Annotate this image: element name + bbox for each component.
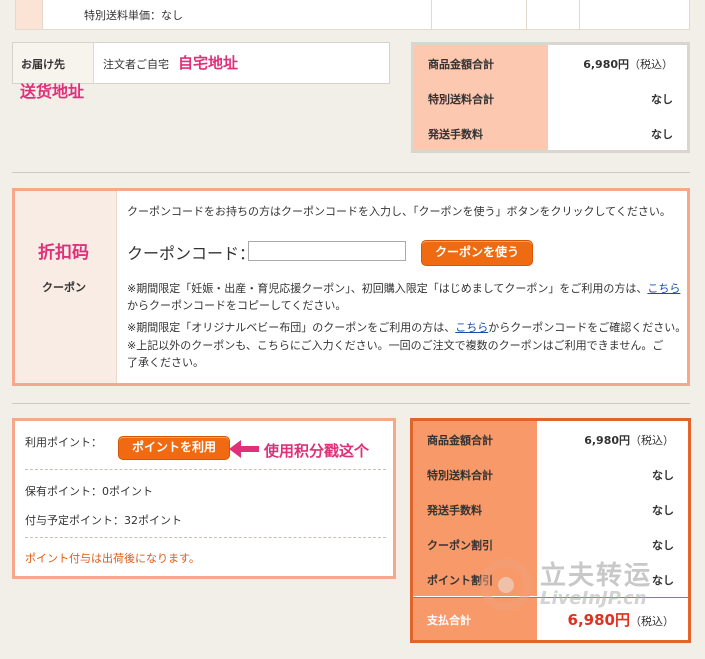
- coupon-note-text: ※期間限定「妊娠・出産・育児応援クーポン」、初回購入限定「はじめましてクーポン」…: [127, 282, 648, 295]
- coupon-note-text: ※上記以外のクーポンも、こちらにご入力ください。一回のご注文で複数のクーポンはご…: [127, 339, 664, 352]
- column-divider: [431, 0, 432, 29]
- section-divider: [12, 172, 690, 173]
- summary-label: 発送手数料: [427, 504, 482, 517]
- delivery-value: 注文者ご自宅: [103, 58, 169, 71]
- coupon-note-2: ※期間限定「オリジナルベビー布団」のクーポンをご利用の方は、こちらからクーポンコ…: [127, 319, 686, 336]
- coupon-section: クーポン クーポンコードをお持ちの方はクーポンコードを入力し、「クーポンを使う」…: [12, 188, 690, 386]
- summary-value: なし: [652, 504, 674, 517]
- summary-label: 発送手数料: [428, 128, 483, 141]
- annotation-home-address: 自宅地址: [178, 54, 239, 72]
- watermark-cn: 立夫转运: [540, 561, 653, 591]
- summary-value: なし: [652, 539, 674, 552]
- section-divider: [12, 403, 690, 404]
- summary-row: 特別送料合計 なし: [414, 80, 687, 115]
- coupon-label: クーポン: [42, 281, 86, 294]
- column-divider: [526, 0, 527, 29]
- special-shipping-unit: 特別送料単価：なし: [84, 9, 183, 22]
- summary-row: 発送手数料 なし: [414, 115, 687, 150]
- summary-row: 発送手数料 なし: [413, 491, 688, 526]
- planned-points: 付与予定ポイント：32ポイント: [25, 514, 182, 527]
- column-divider: [579, 0, 580, 29]
- column-divider: [42, 0, 43, 29]
- coupon-note-text: からクーポンコードをコピーしてください。: [127, 299, 347, 312]
- annotation-use-points: 使用积分戳这个: [264, 442, 370, 460]
- summary-value: 6,980円: [583, 58, 629, 71]
- summary-label: クーポン割引: [427, 539, 493, 552]
- summary-value: なし: [651, 93, 673, 106]
- product-row-strip: 特別送料単価：なし: [15, 0, 690, 30]
- coupon-link-2[interactable]: こちら: [455, 321, 488, 334]
- tax-suffix: （税込）: [630, 434, 674, 447]
- watermark: 立夫转运 LiveInJP.cn: [478, 555, 683, 615]
- owned-points: 保有ポイント：0ポイント: [25, 485, 153, 498]
- summary-label: 商品金額合計: [427, 434, 493, 447]
- points-notice: ポイント付与は出荷後になります。: [25, 552, 200, 565]
- dashed-divider: [25, 537, 386, 538]
- order-summary-top: 商品金額合計 6,980円（税込） 特別送料合計 なし 発送手数料 なし: [411, 42, 690, 153]
- coupon-label-cell: クーポン: [15, 191, 117, 383]
- annotation-coupon: 折扣码: [38, 243, 89, 263]
- summary-label: 特別送料合計: [428, 93, 494, 106]
- summary-label: 商品金額合計: [428, 58, 494, 71]
- coupon-code-input[interactable]: [248, 241, 406, 261]
- product-row-accent: [16, 0, 42, 29]
- tax-suffix: （税込）: [629, 58, 673, 71]
- coupon-code-label: クーポンコード：: [127, 244, 256, 263]
- delivery-label: お届け先: [21, 58, 65, 71]
- summary-value: なし: [651, 128, 673, 141]
- dashed-divider: [25, 469, 386, 470]
- tax-suffix: （税込）: [630, 615, 674, 628]
- watermark-en: LiveInJP.cn: [540, 588, 647, 609]
- summary-label: 特別送料合計: [427, 469, 493, 482]
- annotation-delivery-address: 送货地址: [20, 82, 85, 101]
- total-label: 支払合計: [427, 614, 471, 627]
- coupon-note-text: ※期間限定「オリジナルベビー布団」のクーポンをご利用の方は、: [127, 321, 456, 334]
- coupon-note-text: からクーポンコードをご確認ください。: [488, 321, 687, 334]
- summary-value: 6,980円: [584, 434, 630, 447]
- summary-row: 商品金額合計 6,980円（税込）: [413, 421, 688, 456]
- coupon-note-3: ※上記以外のクーポンも、こちらにご入力ください。一回のご注文で複数のクーポンはご…: [127, 337, 687, 371]
- annotation-arrow-icon: [229, 440, 259, 458]
- coupon-note-text: 了承ください。: [127, 356, 204, 369]
- summary-row: 商品金額合計 6,980円（税込）: [414, 45, 687, 80]
- delivery-label-cell: お届け先: [13, 43, 94, 83]
- summary-row: 特別送料合計 なし: [413, 456, 688, 491]
- coupon-link-1[interactable]: こちら: [647, 282, 680, 295]
- coupon-note-1: ※期間限定「妊娠・出産・育児応援クーポン」、初回購入限定「はじめましてクーポン」…: [127, 280, 687, 314]
- watermark-logo-icon: [480, 559, 532, 611]
- coupon-intro: クーポンコードをお持ちの方はクーポンコードを入力し、「クーポンを使う」ボタンをク…: [127, 205, 671, 218]
- use-points-button[interactable]: ポイントを利用: [118, 436, 230, 460]
- use-points-label: 利用ポイント：: [25, 436, 102, 449]
- use-coupon-button[interactable]: クーポンを使う: [421, 240, 533, 266]
- summary-value: なし: [652, 469, 674, 482]
